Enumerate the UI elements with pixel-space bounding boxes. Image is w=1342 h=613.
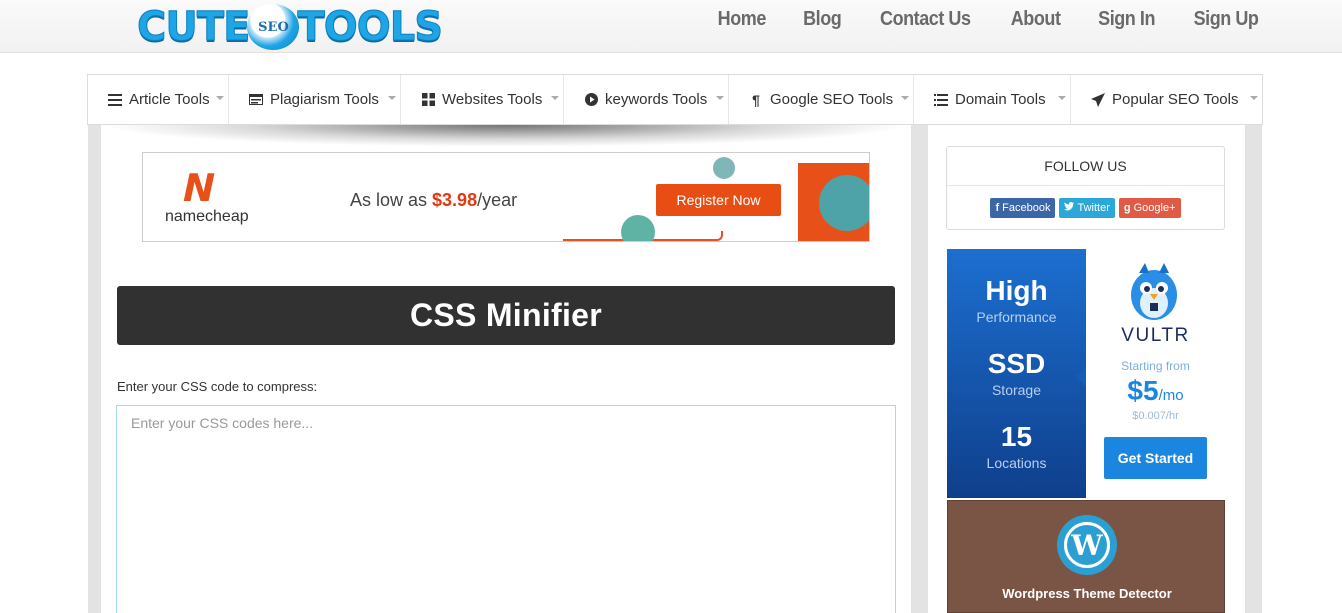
banner-avatar-illustration bbox=[713, 157, 735, 179]
grid-icon bbox=[421, 93, 435, 107]
menu-shadow bbox=[101, 125, 911, 147]
logo-text-tools: TOOLS bbox=[297, 4, 444, 51]
nav-contact-us[interactable]: Contact Us bbox=[880, 8, 971, 31]
css-code-input[interactable] bbox=[116, 405, 896, 613]
register-now-button[interactable]: Register Now bbox=[656, 184, 781, 216]
follow-us-heading: FOLLOW US bbox=[947, 147, 1224, 186]
namecheap-wordmark: namecheap bbox=[165, 208, 249, 225]
caret-down-icon bbox=[388, 96, 396, 100]
logo-seo-badge: SEO bbox=[247, 4, 300, 50]
tools-menu: Article Tools Plagiarism Tools Websites … bbox=[87, 74, 1263, 125]
facebook-button[interactable]: f Facebook bbox=[990, 198, 1056, 218]
caret-down-icon bbox=[1058, 96, 1066, 100]
css-input-label: Enter your CSS code to compress: bbox=[117, 379, 318, 394]
nav-about[interactable]: About bbox=[1010, 8, 1060, 31]
nav-home[interactable]: Home bbox=[718, 8, 767, 31]
vultr-starting-from: Starting from bbox=[1121, 359, 1190, 373]
caret-down-icon bbox=[216, 96, 224, 100]
nav-blog[interactable]: Blog bbox=[803, 8, 842, 31]
menu-label: keywords Tools bbox=[605, 91, 708, 108]
caret-down-icon bbox=[901, 96, 909, 100]
follow-us-widget: FOLLOW US f Facebook Twitter g Google+ bbox=[946, 146, 1225, 230]
list-icon bbox=[934, 93, 948, 107]
top-header: CUTE SEO TOOLS Home Blog Contact Us Abou… bbox=[0, 0, 1342, 53]
menu-label: Popular SEO Tools bbox=[1112, 91, 1239, 108]
page-title-bar: CSS Minifier bbox=[117, 286, 895, 345]
banner-avatar-illustration bbox=[621, 215, 655, 241]
menu-label: Domain Tools bbox=[955, 91, 1046, 108]
page-title: CSS Minifier bbox=[409, 297, 603, 333]
namecheap-banner-ad[interactable]: N namecheap As low as $3.98/year Registe… bbox=[142, 152, 870, 242]
namecheap-logo: N namecheap bbox=[165, 166, 249, 226]
site-logo[interactable]: CUTE SEO TOOLS bbox=[136, 4, 444, 51]
main-nav: Home Blog Contact Us About Sign In Sign … bbox=[715, 8, 1262, 31]
facebook-icon: f bbox=[995, 202, 1000, 214]
vultr-hourly-price: $0.007/hr bbox=[1132, 410, 1179, 422]
get-started-button[interactable]: Get Started bbox=[1104, 437, 1207, 479]
logo-text-cute: CUTE bbox=[136, 4, 250, 51]
send-icon bbox=[1091, 92, 1105, 107]
banner-avatar-illustration bbox=[819, 175, 869, 231]
vultr-panel-notch bbox=[1076, 367, 1086, 387]
vultr-feature-high: High bbox=[985, 275, 1048, 306]
menu-keywords-tools[interactable]: keywords Tools bbox=[564, 75, 729, 124]
wordpress-theme-detector-title: Wordpress Theme Detector bbox=[1002, 586, 1172, 601]
vultr-features-panel: High Performance SSD Storage 15 Location… bbox=[947, 249, 1086, 498]
googleplus-button[interactable]: g Google+ bbox=[1118, 198, 1181, 218]
nav-sign-up[interactable]: Sign Up bbox=[1194, 8, 1259, 31]
vultr-brand: VULTR bbox=[1121, 325, 1190, 346]
menu-plagiarism-tools[interactable]: Plagiarism Tools bbox=[229, 75, 401, 124]
banner-offer-text: As low as $3.98/year bbox=[350, 190, 518, 210]
wordpress-theme-detector-card[interactable]: W Wordpress Theme Detector bbox=[947, 500, 1225, 613]
menu-label: Google SEO Tools bbox=[770, 91, 894, 108]
caret-down-icon bbox=[551, 96, 559, 100]
list-icon bbox=[108, 93, 122, 107]
vultr-feature-ssd: SSD bbox=[987, 348, 1046, 379]
card-icon bbox=[249, 93, 263, 107]
googleplus-icon: g bbox=[1123, 202, 1131, 214]
menu-label: Websites Tools bbox=[442, 91, 543, 108]
twitter-icon bbox=[1064, 202, 1075, 214]
vultr-ad[interactable]: High Performance SSD Storage 15 Location… bbox=[947, 249, 1225, 498]
wordpress-icon: W bbox=[1057, 515, 1117, 575]
caret-down-icon bbox=[716, 96, 724, 100]
menu-article-tools[interactable]: Article Tools bbox=[88, 75, 229, 124]
paragraph-icon: ¶ bbox=[752, 91, 760, 108]
twitter-button[interactable]: Twitter bbox=[1059, 198, 1115, 218]
menu-google-seo-tools[interactable]: ¶ Google SEO Tools bbox=[729, 75, 914, 124]
nav-sign-in[interactable]: Sign In bbox=[1098, 8, 1155, 31]
play-circle-icon bbox=[584, 93, 598, 107]
caret-down-icon bbox=[1250, 96, 1258, 100]
vultr-feature-locations: 15 bbox=[1000, 421, 1033, 452]
vultr-bird-icon bbox=[1127, 261, 1181, 323]
namecheap-n-icon: N bbox=[178, 166, 216, 210]
vultr-price: $5/mo bbox=[1127, 375, 1184, 406]
menu-domain-tools[interactable]: Domain Tools bbox=[914, 75, 1071, 124]
menu-label: Article Tools bbox=[129, 91, 210, 108]
menu-label: Plagiarism Tools bbox=[270, 91, 379, 108]
menu-websites-tools[interactable]: Websites Tools bbox=[401, 75, 564, 124]
banner-price: $3.98 bbox=[432, 190, 478, 210]
menu-popular-seo-tools[interactable]: Popular SEO Tools bbox=[1071, 75, 1262, 124]
